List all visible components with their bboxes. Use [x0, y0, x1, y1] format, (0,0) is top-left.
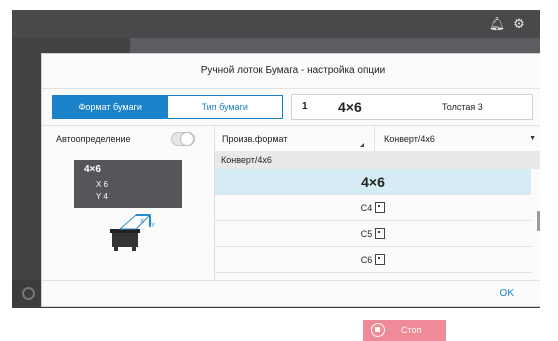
format-list: Конверт/4x6 4×6 C4 C5 C6	[214, 151, 540, 280]
bypass-tray-icon: X Y	[110, 214, 155, 251]
dialog-footer: OK	[42, 280, 540, 307]
preview-panel: 4×6 X 6 Y 4 X Y	[42, 151, 214, 280]
preview-y: Y 4	[96, 192, 108, 201]
list-header: Конверт/4x6	[215, 151, 540, 169]
paper-type: Толстая 3	[442, 102, 483, 112]
stop-icon	[371, 323, 385, 337]
paper-options-dialog: Ручной лоток Бумага - настройка опции Фо…	[41, 53, 540, 307]
stop-label: Стоп	[401, 325, 422, 335]
list-item-label: 4×6	[361, 174, 385, 190]
auto-detect-label: Автоопределение	[56, 134, 131, 144]
corner-triangle-icon	[360, 143, 364, 147]
custom-format-select[interactable]: Произв.формат	[214, 126, 370, 152]
chevron-down-icon: ▼	[529, 135, 536, 142]
tray-summary: 1 4×6 Толстая 3	[291, 94, 533, 120]
ok-button[interactable]: OK	[500, 281, 514, 307]
tabs: Формат бумаги Тип бумаги	[52, 95, 283, 119]
preview-x: X 6	[96, 180, 109, 189]
scrollbar[interactable]	[537, 211, 540, 231]
list-item-4x6[interactable]: 4×6	[215, 169, 531, 195]
preview-title: 4×6	[84, 164, 101, 175]
tray-number: 1	[302, 101, 308, 112]
list-item-label: C4	[360, 203, 373, 213]
svg-text:Y: Y	[151, 223, 155, 229]
settings-icon[interactable]: ⚙	[510, 15, 528, 33]
list-item-c5[interactable]: C5	[215, 221, 531, 247]
tab-paper-format[interactable]: Формат бумаги	[53, 96, 168, 118]
paper-size: 4×6	[338, 99, 362, 115]
home-icon	[22, 287, 35, 300]
envelope-icon	[375, 202, 386, 214]
envelope-select[interactable]: Конверт/4x6 ▼	[374, 126, 540, 152]
top-bar: 🔔︎ ⚙	[12, 10, 540, 38]
list-item-c4[interactable]: C4	[215, 195, 531, 221]
bell-icon[interactable]: 🔔︎	[488, 15, 506, 33]
envelope-icon	[375, 228, 386, 240]
envelope-select-label: Конверт/4x6	[384, 134, 435, 144]
toggle-knob	[180, 132, 194, 146]
tab-paper-type[interactable]: Тип бумаги	[167, 96, 282, 118]
size-preview: 4×6 X 6 Y 4	[74, 160, 182, 208]
list-item-label: C6	[360, 255, 373, 265]
envelope-icon	[375, 254, 386, 266]
options-row: Автоопределение Произв.формат Конверт/4x…	[42, 125, 540, 153]
custom-format-label: Произв.формат	[222, 134, 288, 144]
device-screen: 🔔︎ ⚙ Ручной лоток Бумага - настройка опц…	[12, 10, 540, 308]
auto-detect-toggle[interactable]	[171, 132, 195, 146]
dialog-title: Ручной лоток Бумага - настройка опции	[42, 54, 540, 89]
list-item-c6[interactable]: C6	[215, 247, 531, 273]
list-item-label: C5	[360, 229, 373, 239]
svg-text:X: X	[140, 219, 144, 225]
stop-button[interactable]: Стоп	[363, 320, 446, 341]
